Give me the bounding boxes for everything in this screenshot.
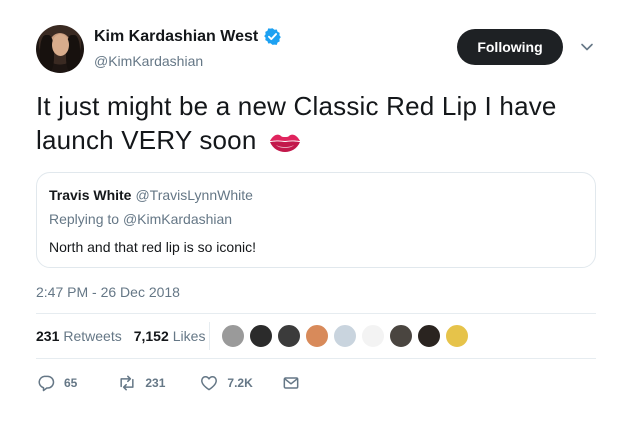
chevron-down-icon[interactable] — [580, 40, 594, 54]
reply-action[interactable]: 65 — [36, 373, 77, 393]
retweets-label[interactable]: Retweets — [63, 328, 121, 344]
verified-badge-icon — [264, 28, 282, 45]
following-button[interactable]: Following — [457, 29, 563, 65]
quoted-replying-to: Replying to @KimKardashian — [49, 211, 232, 227]
likes-count[interactable]: 7,152 — [134, 328, 169, 344]
retweets-count[interactable]: 231 — [36, 328, 59, 344]
kiss-mark-icon — [269, 134, 300, 152]
liker-avatar[interactable] — [417, 324, 441, 348]
author-avatar[interactable] — [36, 25, 84, 73]
retweet-action[interactable]: 231 — [117, 373, 165, 393]
tweet-timestamp[interactable]: 2:47 PM - 26 Dec 2018 — [36, 284, 180, 300]
liker-avatar[interactable] — [445, 324, 469, 348]
tweet-body: It just might be a new Classic Red Lip I… — [36, 89, 596, 157]
avatar-face — [52, 34, 69, 56]
divider-top — [36, 313, 596, 314]
liker-avatar[interactable] — [361, 324, 385, 348]
likes-label[interactable]: Likes — [173, 328, 206, 344]
direct-message-action[interactable] — [281, 373, 301, 393]
author-handle[interactable]: @KimKardashian — [94, 53, 203, 69]
retweet-count: 231 — [145, 376, 166, 390]
liker-avatar[interactable] — [221, 324, 245, 348]
reply-count: 65 — [64, 376, 78, 390]
liker-avatar[interactable] — [389, 324, 413, 348]
retweet-icon — [120, 375, 134, 391]
liker-avatar[interactable] — [249, 324, 273, 348]
quoted-author-name: Travis White — [49, 187, 132, 203]
stats-separator — [209, 322, 210, 350]
liker-avatar[interactable] — [333, 324, 357, 348]
author-name-row[interactable]: Kim Kardashian West — [94, 27, 282, 46]
envelope-icon — [283, 377, 299, 389]
author-display-name[interactable]: Kim Kardashian West — [94, 28, 258, 46]
quoted-author-handle: @TravisLynnWhite — [135, 187, 253, 203]
liker-avatars — [221, 324, 473, 348]
reply-icon — [38, 375, 55, 392]
quoted-tweet-card[interactable]: Travis White @TravisLynnWhite Replying to… — [36, 172, 596, 268]
like-action[interactable]: 7.2K — [199, 373, 253, 393]
divider-bottom — [36, 358, 596, 359]
heart-icon — [201, 376, 218, 391]
quoted-tweet-text: North and that red lip is so iconic! — [49, 239, 256, 255]
liker-avatar[interactable] — [277, 324, 301, 348]
replying-to-link[interactable]: @KimKardashian — [123, 211, 232, 227]
like-count: 7.2K — [227, 376, 253, 390]
tweet-actions: 65 231 7.2K — [36, 373, 301, 393]
liker-avatar[interactable] — [305, 324, 329, 348]
engagement-stats: 231 Retweets 7,152 Likes — [36, 328, 205, 344]
quoted-tweet-header: Travis White @TravisLynnWhite — [49, 187, 253, 203]
replying-prefix: Replying to — [49, 211, 120, 227]
